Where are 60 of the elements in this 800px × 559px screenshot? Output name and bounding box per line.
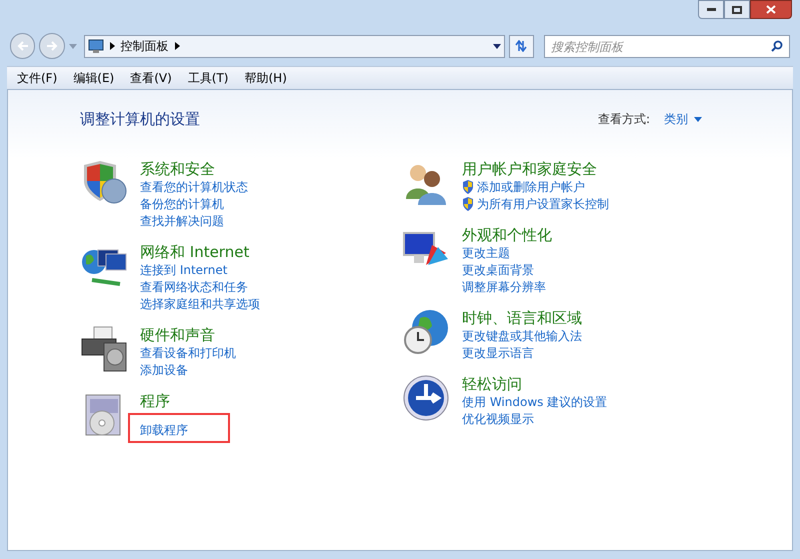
maximize-button[interactable] [724,0,750,19]
category-link[interactable]: 系统和安全 [140,158,248,178]
minimize-icon [706,8,716,11]
category-link[interactable]: 时钟、语言和区域 [462,308,582,328]
menu-item[interactable]: 文件(F) [11,67,64,89]
task-link[interactable]: 选择家庭组和共享选项 [140,296,260,312]
menu-item[interactable]: 帮助(H) [238,67,293,89]
category-link[interactable]: 网络和 Internet [140,242,260,262]
task-link[interactable]: 更改显示语言 [462,344,534,362]
task-link[interactable]: 查找并解决问题 [140,212,224,230]
task-link[interactable]: 添加设备 [140,362,188,378]
menu-item[interactable]: 编辑(E) [67,67,120,89]
forward-button[interactable] [39,33,65,59]
maximize-icon [732,6,742,14]
shield-icon [462,180,474,194]
search-field[interactable]: 搜索控制面板 [544,35,790,58]
view-by-label: 查看方式: [598,111,650,128]
category-link[interactable]: 程序 [140,390,230,410]
back-arrow-icon [16,41,29,51]
chevron-right-icon [174,42,180,50]
task-link[interactable]: 查看网络状态和任务 [140,278,248,296]
dropdown-caret-icon [492,44,501,48]
task-link[interactable]: 连接到 Internet [140,262,228,278]
minimize-button[interactable] [698,0,724,19]
accessibility-icon [402,374,450,422]
task-link[interactable]: 查看您的计算机状态 [140,178,248,196]
refresh-icon [514,40,528,52]
globe-clock-icon [402,308,450,356]
task-link[interactable]: 查看设备和打印机 [140,344,236,362]
task-link[interactable]: 为所有用户设置家长控制 [477,196,609,212]
close-icon [766,5,776,14]
chevron-right-icon [110,42,115,50]
task-link[interactable]: 添加或删除用户帐户 [477,178,585,196]
category-link[interactable]: 轻松访问 [462,374,608,394]
address-bar[interactable]: 控制面板 [84,34,505,58]
back-button[interactable] [10,33,36,59]
view-by-dropdown[interactable]: 类别 [664,110,702,128]
search-icon [770,40,783,52]
shield-icon [462,197,474,211]
menu-item[interactable]: 查看(V) [124,67,178,89]
printer-icon [80,324,128,372]
dropdown-caret-icon [68,44,77,48]
task-link[interactable]: 使用 Windows 建议的设置 [462,394,608,410]
page-heading: 调整计算机的设置 [80,109,200,130]
menu-item[interactable]: 工具(T) [182,67,234,89]
close-button[interactable] [750,0,792,19]
task-link[interactable]: 优化视频显示 [462,410,534,428]
task-link[interactable]: 更改键盘或其他输入法 [462,328,582,344]
task-link[interactable]: 调整屏幕分辨率 [462,278,546,296]
forward-arrow-icon [46,41,58,51]
category-link[interactable]: 外观和个性化 [462,224,552,244]
task-link[interactable]: 更改主题 [462,244,510,262]
breadcrumb[interactable]: 控制面板 [120,37,169,55]
task-link[interactable]: 备份您的计算机 [140,196,224,212]
refresh-button[interactable] [508,34,534,58]
task-link[interactable]: 卸载程序 [140,422,188,436]
task-link[interactable]: 更改桌面背景 [462,262,534,278]
category-link[interactable]: 硬件和声音 [140,324,236,344]
category-link[interactable]: 用户帐户和家庭安全 [462,158,609,178]
dropdown-caret-icon [694,116,702,122]
